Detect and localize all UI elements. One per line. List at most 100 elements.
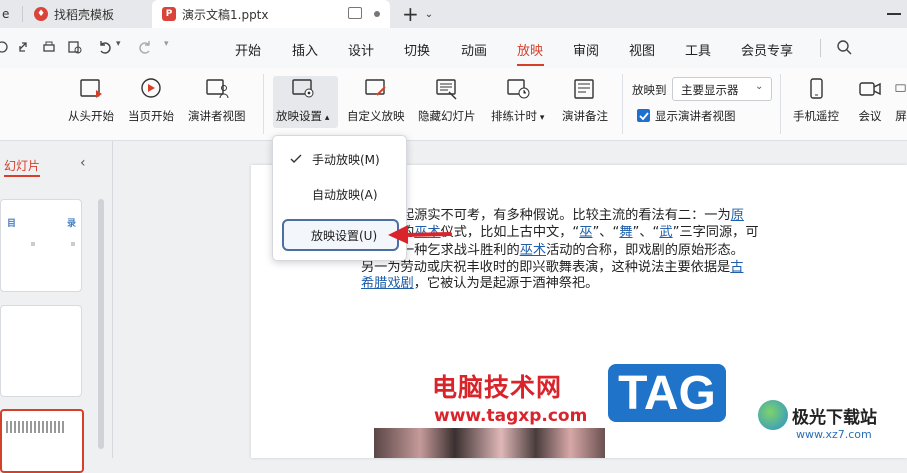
- thumb-text-left: 目: [7, 219, 17, 229]
- phone-remote-button[interactable]: 手机遥控: [793, 76, 839, 124]
- ribbon-separator: [263, 74, 264, 134]
- thumb-dot: [31, 242, 35, 246]
- menu-member[interactable]: 会员专享: [741, 40, 793, 59]
- custom-show-label: 自定义放映: [347, 109, 405, 123]
- phone-icon: [810, 78, 823, 99]
- menu-design[interactable]: 设计: [348, 40, 374, 59]
- checkmark-icon: [639, 112, 649, 121]
- screen-icon[interactable]: [348, 7, 362, 19]
- slide-thumbnail-1[interactable]: 目 录: [0, 199, 82, 292]
- slideshow-setup-label: 放映设置(U): [311, 229, 378, 243]
- collapse-panel-icon[interactable]: ‹: [80, 155, 86, 171]
- watermark-tag-badge: TAG: [608, 364, 726, 422]
- minimize-icon[interactable]: [887, 13, 901, 15]
- thumb-dot: [71, 242, 75, 246]
- speaker-notes-label: 演讲备注: [562, 109, 608, 123]
- watermark-site-url: www.tagxp.com: [434, 406, 588, 426]
- video-camera-icon: [859, 82, 881, 96]
- undo-dropdown-icon[interactable]: ▾: [116, 39, 121, 49]
- slides-panel-title[interactable]: 幻灯片: [4, 157, 40, 174]
- chevron-down-icon: ⌄: [755, 81, 764, 92]
- watermark-site-name: 电脑技术网: [432, 373, 563, 402]
- redo-dropdown-icon[interactable]: ▾: [164, 39, 169, 49]
- slideshow-settings-button[interactable]: 放映设置 ▴: [276, 76, 329, 124]
- hide-slide-button[interactable]: 隐藏幻灯片: [418, 76, 476, 124]
- custom-show-button[interactable]: 自定义放映: [347, 76, 405, 124]
- print-icon[interactable]: [42, 40, 56, 54]
- menu-review[interactable]: 审阅: [573, 40, 599, 59]
- browser-tab-bar: e ♦ 找稻壳模板 P 演示文稿1.pptx + ⌄: [0, 0, 907, 28]
- tab-presentation[interactable]: P 演示文稿1.pptx: [152, 0, 390, 28]
- rehearse-timing-button[interactable]: 排练计时 ▾: [491, 76, 544, 124]
- manual-advance-item[interactable]: 手动放映(M): [273, 146, 406, 172]
- settings-icon[interactable]: [0, 40, 8, 54]
- custom-show-icon: [365, 79, 386, 96]
- notes-icon: [574, 79, 594, 99]
- menu-view[interactable]: 视图: [629, 40, 655, 59]
- presenter-view-label: 演讲者视图: [188, 109, 246, 123]
- meeting-label: 会议: [858, 109, 882, 123]
- slide-line-2: 的巫术仪式，比如上古中文，“巫”、“舞”、“武”三字同源，可: [401, 225, 759, 240]
- chevron-down-icon[interactable]: ⌄: [425, 9, 433, 20]
- menu-insert[interactable]: 插入: [292, 40, 318, 59]
- presenter-view-checkbox[interactable]: [637, 109, 650, 122]
- presenter-view-button[interactable]: 演讲者视图: [188, 76, 246, 124]
- menu-bar: ▾ ▾ 开始 插入 设计 切换 动画 放映 审阅 视图 工具 会员专享: [0, 28, 907, 68]
- auto-advance-label: 自动放映(A): [312, 187, 378, 202]
- show-to-label: 放映到: [632, 83, 667, 97]
- monitor-select[interactable]: 主要显示器 ⌄: [672, 77, 772, 101]
- chevron-up-icon: ▴: [322, 113, 330, 123]
- meeting-button[interactable]: 会议: [857, 76, 883, 124]
- ribbon-separator: [780, 74, 781, 134]
- partial-tab[interactable]: e: [0, 0, 20, 28]
- from-beginning-button[interactable]: 从头开始: [68, 76, 114, 124]
- unsaved-dot-icon: [374, 11, 380, 17]
- chevron-down-icon: ▾: [537, 113, 545, 123]
- slideshow-settings-icon: [291, 79, 314, 98]
- menu-home[interactable]: 开始: [235, 40, 261, 59]
- new-tab-button[interactable]: + ⌄: [402, 0, 442, 28]
- link-icon[interactable]: [17, 40, 31, 54]
- docer-logo-icon: ♦: [34, 7, 48, 21]
- thumb-text-right: 录: [67, 219, 77, 229]
- presenter-view-checkbox-label: 显示演讲者视图: [655, 109, 736, 123]
- screen-share-icon: [895, 84, 906, 92]
- screen-label: 屏: [895, 109, 907, 123]
- ppt-file-icon: P: [162, 7, 176, 21]
- slides-scrollbar[interactable]: [98, 199, 104, 449]
- play-circle-icon: [141, 78, 161, 98]
- menu-tools[interactable]: 工具: [685, 40, 711, 59]
- hide-slide-icon: [436, 79, 457, 100]
- partial-tab-label: e: [2, 7, 10, 21]
- manual-advance-label: 手动放映(M): [312, 152, 380, 167]
- play-from-start-icon: [80, 79, 102, 98]
- slide-photo: [374, 428, 605, 458]
- undo-icon[interactable]: [97, 40, 111, 54]
- menu-transition[interactable]: 切换: [404, 40, 430, 59]
- screen-button[interactable]: 屏: [895, 76, 907, 124]
- menu-animation[interactable]: 动画: [461, 40, 487, 59]
- current-slide-button[interactable]: 当页开始: [128, 76, 174, 124]
- presenter-icon: [206, 79, 229, 99]
- slides-panel-underline: [4, 175, 40, 177]
- slide-thumbnail-3[interactable]: [0, 409, 84, 473]
- tab-template[interactable]: ♦ 找稻壳模板: [34, 0, 144, 28]
- slide-thumbnail-2[interactable]: [0, 305, 82, 397]
- print-preview-icon[interactable]: [68, 40, 82, 54]
- slide-line-5: 希腊戏剧，它被认为是起源于酒神祭祀。: [361, 276, 599, 291]
- phone-remote-label: 手机遥控: [793, 109, 839, 123]
- monitor-select-value: 主要显示器: [681, 83, 739, 97]
- slideshow-settings-label: 放映设置 ▴: [276, 109, 330, 123]
- tab-presentation-label: 演示文稿1.pptx: [182, 7, 269, 22]
- menu-slideshow[interactable]: 放映: [517, 40, 543, 59]
- search-icon[interactable]: [836, 39, 852, 55]
- active-menu-underline: [517, 64, 544, 66]
- current-slide-label: 当页开始: [128, 109, 174, 123]
- speaker-notes-button[interactable]: 演讲备注: [562, 76, 608, 124]
- auto-advance-item[interactable]: 自动放映(A): [273, 181, 406, 207]
- redo-icon[interactable]: [139, 40, 153, 54]
- timer-icon: [506, 79, 530, 99]
- tab-divider: [22, 6, 23, 22]
- plus-icon: +: [402, 2, 419, 26]
- menu-divider: [820, 39, 821, 57]
